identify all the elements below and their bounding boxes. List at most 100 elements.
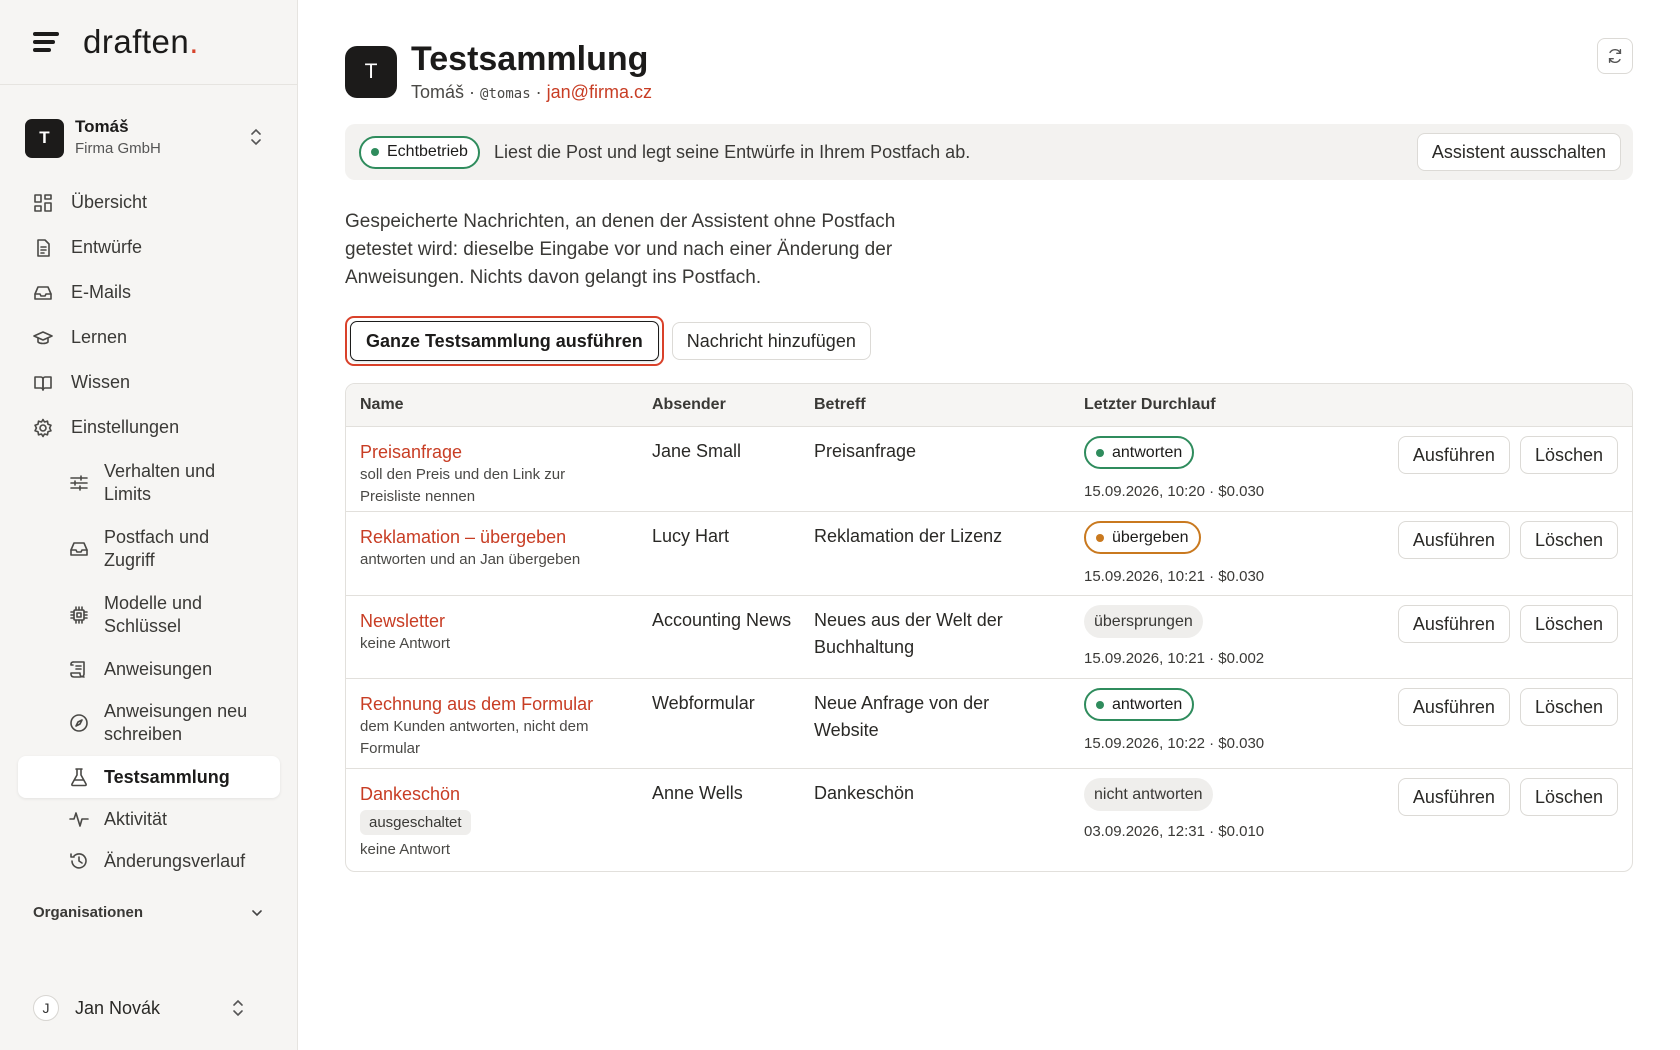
user-switcher[interactable]: J Jan Novák: [33, 990, 263, 1026]
chevron-updown-icon: [233, 999, 243, 1017]
sidebar-item-knowledge[interactable]: Wissen: [18, 360, 280, 405]
sidebar-nav: Übersicht Entwürfe E-Mails Lernen Wissen…: [18, 180, 280, 882]
run-button[interactable]: Ausführen: [1397, 688, 1510, 726]
row-sender: Anne Wells: [652, 783, 743, 803]
run-all-highlight: Ganze Testsammlung ausführen: [345, 316, 664, 366]
inbox-icon: [32, 282, 54, 304]
page-subtitle: Tomáš · @tomas · jan@firma.cz: [411, 82, 652, 102]
run-button[interactable]: Ausführen: [1397, 521, 1510, 559]
table-row: Dankeschön ausgeschaltet keine Antwort A…: [346, 769, 1632, 871]
sidebar-item-models-keys[interactable]: Modelle und Schlüssel: [68, 582, 280, 648]
row-description: keine Antwort: [360, 841, 451, 858]
sidebar-item-label: Wissen: [71, 372, 131, 392]
row-sender: Lucy Hart: [652, 526, 730, 546]
run-meta: 15.09.2026, 10:22 · $0.030: [1084, 735, 1265, 752]
add-message-button[interactable]: Nachricht hinzufügen: [671, 322, 871, 360]
sidebar-item-behavior-limits[interactable]: Verhalten und Limits: [68, 450, 280, 516]
result-badge: antworten: [1084, 436, 1195, 469]
user-name: Jan Novák: [75, 997, 161, 1018]
compass-icon: [68, 712, 90, 734]
row-name-link[interactable]: Reklamation – übergeben: [360, 525, 652, 549]
book-icon: [32, 372, 54, 394]
sidebar-item-overview[interactable]: Übersicht: [18, 180, 280, 225]
sidebar-item-label: Anweisungen neu schreiben: [104, 701, 248, 744]
account-company: Firma GmbH: [75, 140, 161, 158]
result-badge: übergeben: [1084, 521, 1201, 554]
sidebar-item-label: Testsammlung: [104, 766, 230, 787]
column-header-last-run: Letzter Durchlauf: [1084, 396, 1216, 413]
owner-name: Tomáš: [411, 82, 465, 102]
sidebar-item-drafts[interactable]: Entwürfe: [18, 225, 280, 270]
organisations-label: Organisationen: [33, 904, 144, 921]
sidebar-item-label: Entwürfe: [71, 237, 143, 257]
sliders-icon: [68, 472, 90, 494]
sidebar-item-mailbox-access[interactable]: Postfach und Zugriff: [68, 516, 280, 582]
column-header-sender: Absender: [652, 396, 726, 413]
row-name-link[interactable]: Dankeschön: [360, 782, 652, 806]
sidebar: draften. T Tomáš Firma GmbH Übersicht En…: [0, 0, 298, 1050]
assistant-avatar: T: [345, 45, 397, 98]
row-name-link[interactable]: Rechnung aus dem Formular: [360, 692, 652, 716]
document-icon: [32, 237, 54, 259]
delete-button[interactable]: Löschen: [1519, 436, 1618, 474]
sidebar-item-activity[interactable]: Aktivität: [68, 798, 280, 840]
delete-button[interactable]: Löschen: [1519, 521, 1618, 559]
page-title: Testsammlung: [411, 40, 649, 78]
owner-email-link[interactable]: jan@firma.cz: [547, 82, 652, 102]
test-table: Name Absender Betreff Letzter Durchlauf …: [345, 383, 1633, 872]
menu-icon[interactable]: [33, 32, 59, 52]
table-row: Reklamation – übergeben antworten und an…: [346, 512, 1632, 596]
row-sender: Jane Small: [652, 441, 742, 461]
sidebar-item-change-history[interactable]: Änderungsverlauf: [68, 840, 280, 882]
row-name-link[interactable]: Preisanfrage: [360, 440, 652, 464]
flask-icon: [68, 766, 90, 788]
sidebar-item-rewrite-instructions[interactable]: Anweisungen neu schreiben: [68, 690, 280, 756]
delete-button[interactable]: Löschen: [1519, 778, 1618, 816]
sidebar-item-instructions[interactable]: Anweisungen: [68, 648, 280, 690]
refresh-button[interactable]: [1597, 38, 1633, 74]
run-button[interactable]: Ausführen: [1397, 605, 1510, 643]
intro-text: Gespeicherte Nachrichten, an denen der A…: [345, 211, 896, 288]
account-switcher[interactable]: T Tomáš Firma GmbH: [25, 114, 275, 162]
row-name-link[interactable]: Newsletter: [360, 609, 652, 633]
sidebar-item-label: Verhalten und Limits: [104, 461, 216, 504]
account-avatar: T: [25, 118, 64, 158]
delete-button[interactable]: Löschen: [1519, 605, 1618, 643]
run-button[interactable]: Ausführen: [1397, 436, 1510, 474]
scroll-icon: [68, 658, 90, 680]
settings-subnav: Verhalten und Limits Postfach und Zugrif…: [18, 450, 280, 882]
row-sender: Webformular: [652, 693, 755, 713]
status-bar: Echtbetrieb Liest die Post und legt sein…: [345, 124, 1633, 180]
run-meta: 15.09.2026, 10:21 · $0.002: [1084, 650, 1265, 667]
result-badge: antworten: [1084, 688, 1195, 721]
table-row: Newsletter keine Antwort Accounting News…: [346, 596, 1632, 679]
chevron-down-icon: [252, 909, 262, 916]
row-subject: Preisanfrage: [814, 441, 917, 461]
organisations-toggle[interactable]: Organisationen: [33, 904, 263, 921]
disable-assistant-button[interactable]: Assistent ausschalten: [1416, 133, 1621, 171]
run-all-button[interactable]: Ganze Testsammlung ausführen: [350, 321, 659, 361]
chip-icon: [68, 604, 90, 626]
brand-bar: draften.: [0, 0, 297, 85]
owner-handle: @tomas: [480, 86, 531, 102]
delete-button[interactable]: Löschen: [1519, 688, 1618, 726]
sidebar-item-test-collection[interactable]: Testsammlung: [18, 756, 280, 798]
row-description: soll den Preis und den Link zur Preislis…: [360, 466, 566, 505]
sidebar-item-label: Modelle und Schlüssel: [104, 593, 203, 636]
table-row: Rechnung aus dem Formular dem Kunden ant…: [346, 679, 1632, 769]
run-button[interactable]: Ausführen: [1397, 778, 1510, 816]
row-subject: Reklamation der Lizenz: [814, 526, 1003, 546]
table-row: Preisanfrage soll den Preis und den Link…: [346, 427, 1632, 512]
sidebar-item-settings[interactable]: Einstellungen: [18, 405, 280, 450]
sidebar-item-emails[interactable]: E-Mails: [18, 270, 280, 315]
column-header-subject: Betreff: [814, 396, 866, 413]
sidebar-item-label: Postfach und Zugriff: [104, 527, 210, 570]
history-icon: [68, 850, 90, 872]
sidebar-item-learn[interactable]: Lernen: [18, 315, 280, 360]
row-sender: Accounting News: [652, 610, 792, 630]
row-subject: Neue Anfrage von der Website: [814, 693, 990, 740]
sidebar-item-label: E-Mails: [71, 282, 132, 302]
logo[interactable]: draften.: [83, 23, 199, 61]
row-subject: Neues aus der Welt der Buchhaltung: [814, 610, 1003, 657]
gear-icon: [32, 417, 54, 439]
